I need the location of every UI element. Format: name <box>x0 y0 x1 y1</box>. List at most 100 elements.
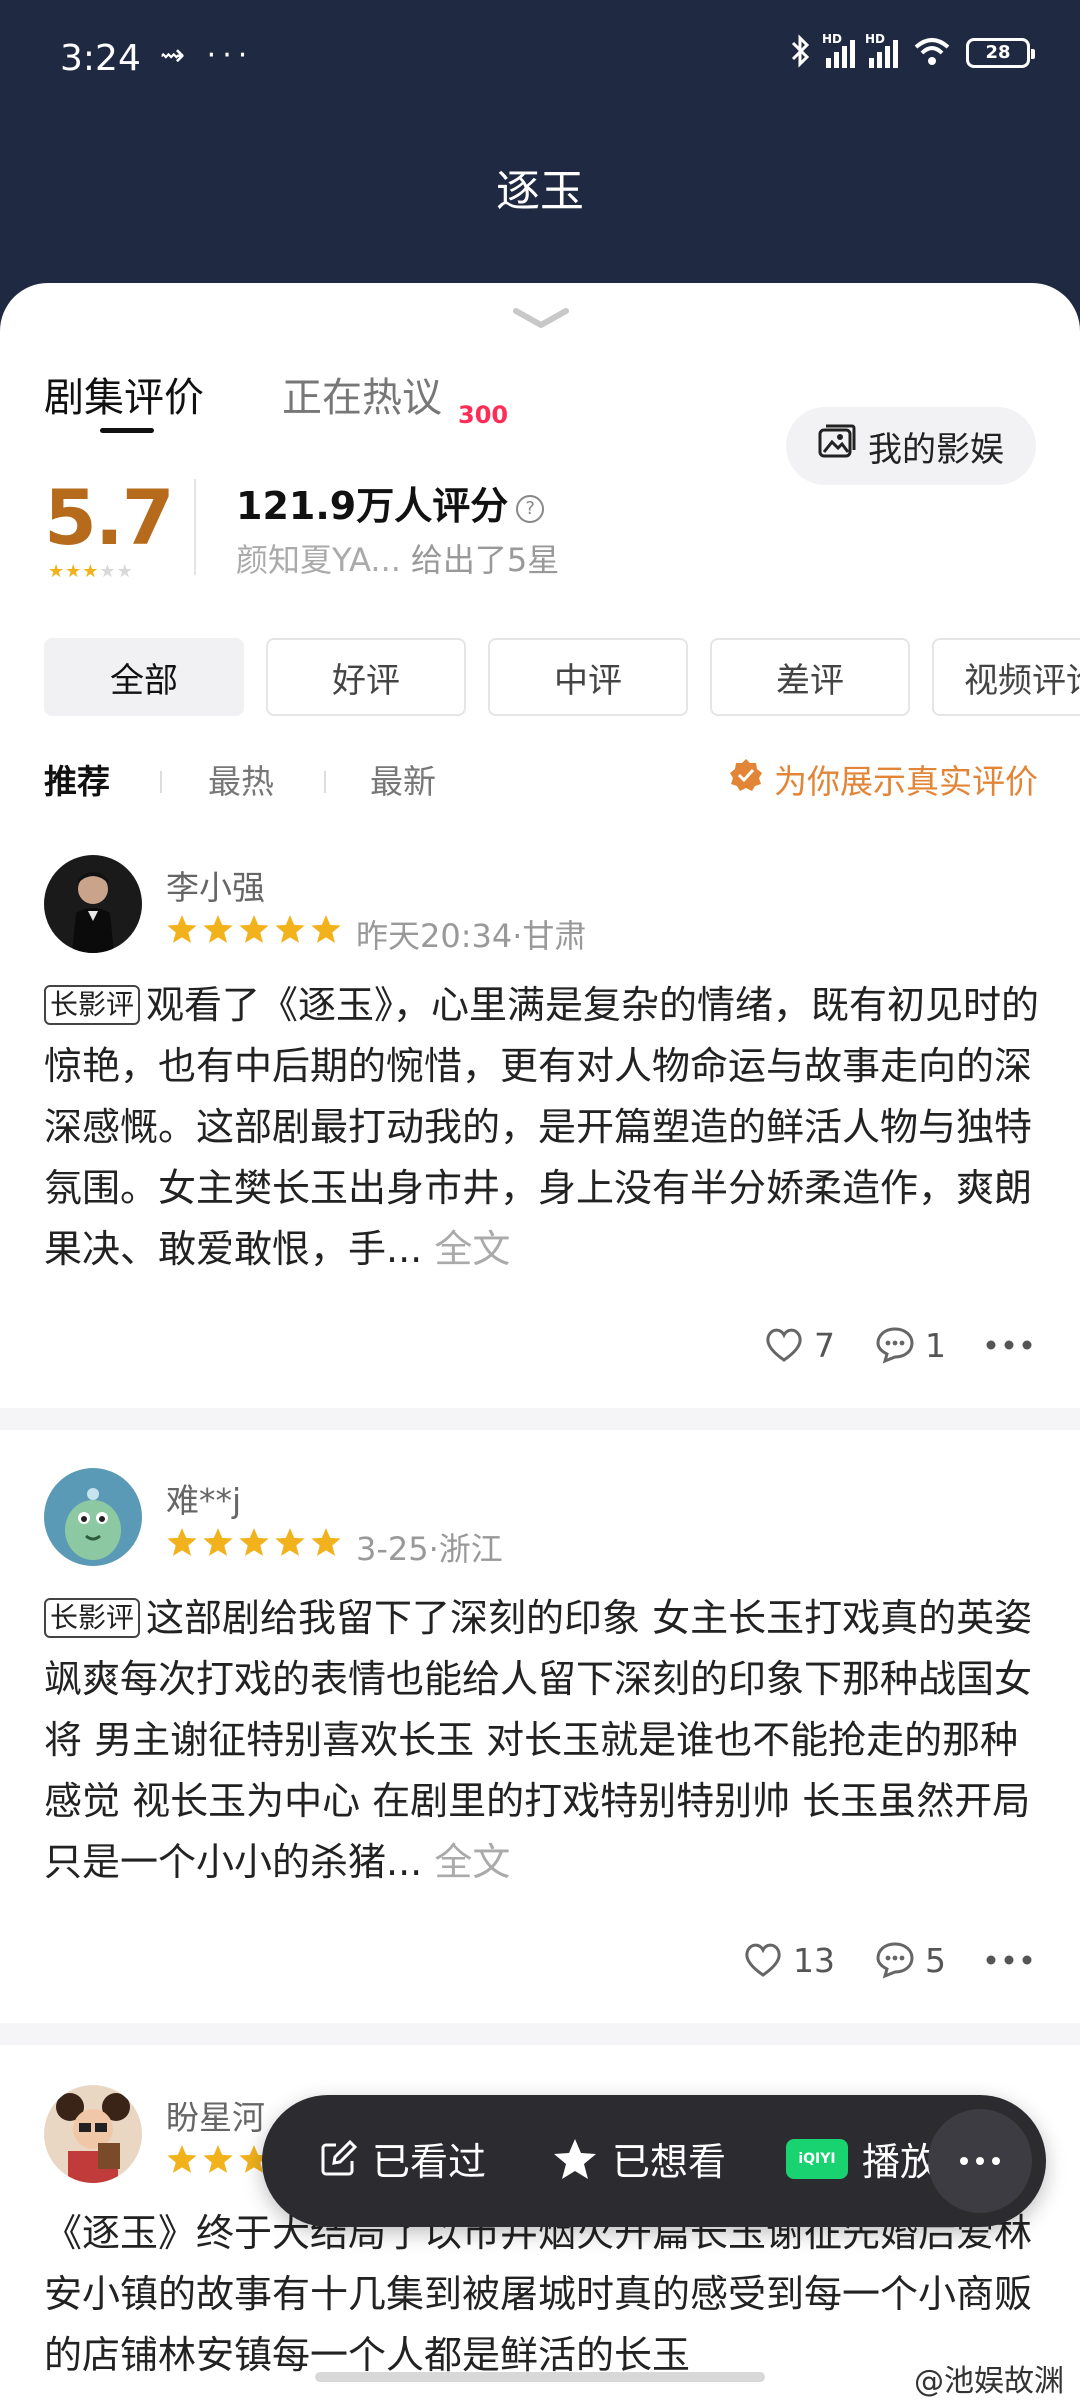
rating-star-icon: ★ <box>65 561 83 582</box>
sort-recommended[interactable]: 推荐 <box>44 755 110 803</box>
rating-count: 121.9万人评分? <box>236 475 545 530</box>
star-icon <box>311 1528 341 1556</box>
help-icon[interactable]: ? <box>516 494 545 523</box>
status-time: 3:24 <box>60 38 141 79</box>
avatar[interactable] <box>44 1468 142 1566</box>
review-item: 难**j 3-25·浙江 长影评 这部剧给我留下了深刻的印象 女主长玉打戏真的英姿… <box>0 1468 1080 1884</box>
chevron-down-icon[interactable] <box>512 307 570 335</box>
edit-icon <box>321 2139 358 2175</box>
star-icon <box>275 1528 305 1556</box>
star-icon <box>311 915 341 943</box>
review-stars <box>166 1526 342 1558</box>
status-bar: 3:24 ⇝ ··· HD HD 28 <box>0 0 1080 120</box>
review-content[interactable]: 长影评 观看了《逐玉》，心里满是复杂的情绪，既有初见时的惊艳，也有中后期的惋惜，更… <box>44 975 1044 1280</box>
rater-name[interactable]: 颜知夏YA... <box>236 541 401 579</box>
review-content[interactable]: 长影评 这部剧给我留下了深刻的印象 女主长玉打戏真的英姿飒爽每次打戏的表情也能给人… <box>44 1588 1044 1893</box>
review-item: 李小强 昨天20:34·甘肃 长影评 观看了《逐玉》，心里满是复杂的情绪，既有初见… <box>0 855 1080 1271</box>
more-options-icon[interactable] <box>986 1340 1032 1350</box>
star-icon <box>167 915 197 943</box>
divider <box>160 771 162 793</box>
want-to-watch-button[interactable]: 已想看 <box>552 2131 726 2186</box>
divider <box>324 771 326 793</box>
comment-count: 1 <box>925 1325 946 1365</box>
signal-icon-2: HD <box>865 32 898 68</box>
rating-stars: ★★★★★ <box>48 561 134 582</box>
discussion-count-badge: 300 <box>458 401 509 429</box>
battery-icon: 28 <box>966 38 1035 68</box>
star-icon <box>239 1528 269 1556</box>
review-actions: 7 1 <box>724 1320 1032 1370</box>
heart-icon <box>745 1943 781 1977</box>
filter-video[interactable]: 视频评论 <box>932 638 1080 716</box>
filter-positive[interactable]: 好评 <box>266 638 466 716</box>
like-button[interactable]: 13 <box>743 1941 835 1980</box>
comment-icon <box>876 1942 914 1979</box>
review-username[interactable]: 盼星河 <box>166 2091 265 2139</box>
more-options-icon[interactable] <box>986 1955 1032 1965</box>
review-sheet: 剧集评价 正在热议 300 我的影娱 5.7 ★★★★★ 121.9万人评分? … <box>0 283 1080 2403</box>
star-icon <box>203 1528 233 1556</box>
my-entertainment-label: 我的影娱 <box>868 429 1004 470</box>
review-meta: 昨天20:34·甘肃 <box>356 917 587 955</box>
like-count: 13 <box>793 1940 835 1980</box>
filter-negative[interactable]: 差评 <box>710 638 910 716</box>
divider <box>0 1408 1080 1430</box>
like-button[interactable]: 7 <box>764 1326 835 1365</box>
star-icon <box>554 2138 596 2179</box>
star-icon <box>167 2145 197 2173</box>
star-icon <box>203 2145 233 2173</box>
long-review-tag: 长影评 <box>44 985 141 1025</box>
iqiyi-logo-icon: iQIYI <box>786 2138 848 2179</box>
play-button[interactable]: iQIYI 播放 <box>786 2131 938 2186</box>
sort-latest[interactable]: 最新 <box>370 755 436 803</box>
rating-score: 5.7 <box>44 473 175 562</box>
floating-action-bar: 已看过 已想看 iQIYI 播放 <box>262 2095 1046 2227</box>
real-reviews-note[interactable]: 为你展示真实评价 <box>728 755 1038 803</box>
wifi-icon <box>912 35 952 71</box>
comment-button[interactable]: 5 <box>875 1941 946 1980</box>
tab-active-indicator <box>100 428 154 433</box>
filter-row: 全部 好评 中评 差评 视频评论 <box>44 638 1080 716</box>
filter-all[interactable]: 全部 <box>44 638 244 716</box>
full-text-link[interactable]: 全文 <box>422 1227 510 1271</box>
avatar[interactable] <box>44 2085 142 2183</box>
watched-button[interactable]: 已看过 <box>318 2131 486 2186</box>
heart-icon <box>766 1328 802 1362</box>
sort-row: 推荐 最热 最新 为你展示真实评价 <box>44 755 1044 815</box>
comment-button[interactable]: 1 <box>875 1326 946 1365</box>
tab-reviews[interactable]: 剧集评价 <box>44 365 204 423</box>
review-actions: 13 5 <box>703 1935 1032 1985</box>
tab-bar: 剧集评价 正在热议 300 我的影娱 <box>0 343 1080 485</box>
rating-star-icon: ★ <box>116 561 134 582</box>
signal-icon: HD <box>822 32 855 68</box>
comment-count: 5 <box>925 1940 946 1980</box>
page-title: 逐玉 <box>496 166 584 217</box>
review-content[interactable]: 《逐玉》终于大结局了以市井烟火开篇长玉谢征先婚后爱林安小镇的故事有十几集到被屠城… <box>44 2203 1044 2386</box>
status-right-icons: HD HD 28 <box>790 32 1035 72</box>
long-review-tag: 长影评 <box>44 1598 141 1638</box>
rater-gave: 给出了5星 <box>410 541 560 579</box>
tab-discussion[interactable]: 正在热议 <box>282 365 442 423</box>
rating-star-icon: ★ <box>99 561 117 582</box>
rating-star-icon: ★ <box>48 561 66 582</box>
full-text-link[interactable]: 全文 <box>422 1840 510 1884</box>
star-icon <box>167 1528 197 1556</box>
status-left-icons: ⇝ ··· <box>160 38 254 73</box>
review-username[interactable]: 李小强 <box>166 861 265 909</box>
review-username[interactable]: 难**j <box>166 1474 241 1522</box>
like-count: 7 <box>814 1325 835 1365</box>
avatar[interactable] <box>44 855 142 953</box>
star-icon <box>203 915 233 943</box>
more-menu-button[interactable] <box>928 2109 1032 2213</box>
star-icon <box>275 915 305 943</box>
bluetooth-icon <box>790 34 812 72</box>
filter-neutral[interactable]: 中评 <box>488 638 688 716</box>
watermark-text: @池娱故渊 <box>914 2364 1064 2399</box>
rating-summary: 5.7 ★★★★★ 121.9万人评分? 颜知夏YA... 给出了5星 <box>44 473 1044 583</box>
sort-hot[interactable]: 最热 <box>208 755 274 803</box>
review-stars <box>166 913 342 945</box>
review-meta: 3-25·浙江 <box>356 1530 503 1568</box>
star-icon <box>239 915 269 943</box>
home-indicator[interactable] <box>315 2372 765 2382</box>
verified-badge-icon <box>728 757 764 801</box>
